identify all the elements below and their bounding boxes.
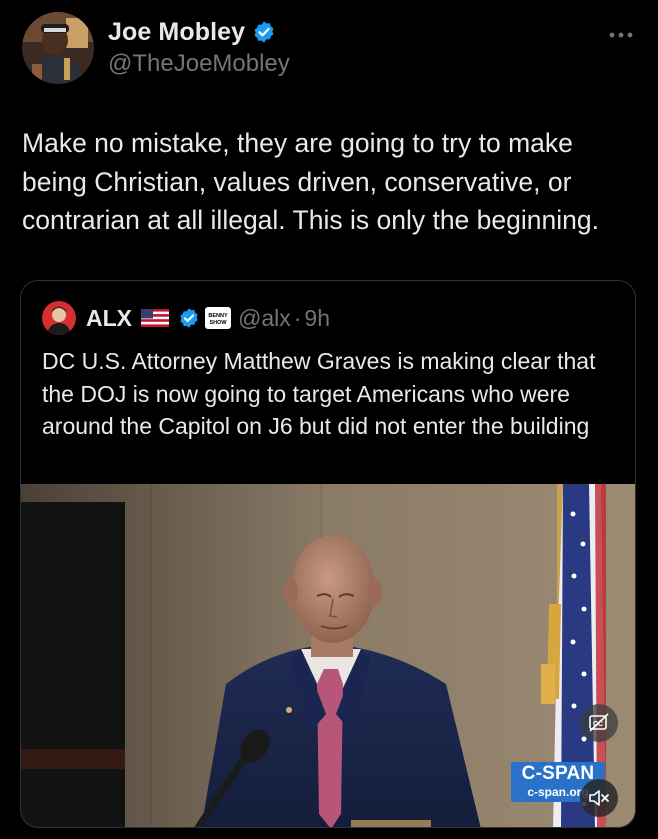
captions-icon[interactable]: CC [580,704,618,742]
meta-separator: · [293,304,302,331]
verified-badge-icon[interactable] [178,307,200,329]
quoted-video[interactable]: CC C-SPAN c-span.org [21,484,635,827]
quoted-author-name[interactable]: ALX [86,305,132,332]
affiliate-badge-logo: BENNY SHOW [206,308,230,328]
quoted-tweet-header: ALX BENNY SHOW @alx · 9h [42,301,330,335]
verified-badge-icon[interactable] [252,20,276,44]
tweet-text: Make no mistake, they are going to try t… [22,128,599,235]
us-flag-icon [141,309,169,327]
author-display-name[interactable]: Joe Mobley [108,18,245,47]
svg-text:SHOW: SHOW [209,320,227,326]
tweet-post: Joe Mobley @TheJoeMobley Make no mistake… [0,0,658,839]
quoted-author-avatar[interactable] [42,301,76,335]
affiliate-badge[interactable]: BENNY SHOW [205,307,231,329]
author-handle[interactable]: @TheJoeMobley [108,50,290,78]
svg-text:BENNY: BENNY [208,313,228,319]
quoted-tweet-text: DC U.S. Attorney Matthew Graves is makin… [42,348,596,439]
quoted-tweet[interactable]: ALX BENNY SHOW @alx · 9h DC U.S. Attorne… [20,280,636,828]
author-avatar-image [22,12,94,84]
volume-muted-icon[interactable] [580,779,618,817]
quoted-timestamp[interactable]: 9h [304,305,330,332]
more-options-icon[interactable] [608,22,634,48]
author-name-row: Joe Mobley [108,16,276,48]
quoted-author-handle[interactable]: @alx [238,305,291,332]
author-avatar[interactable] [22,12,94,84]
